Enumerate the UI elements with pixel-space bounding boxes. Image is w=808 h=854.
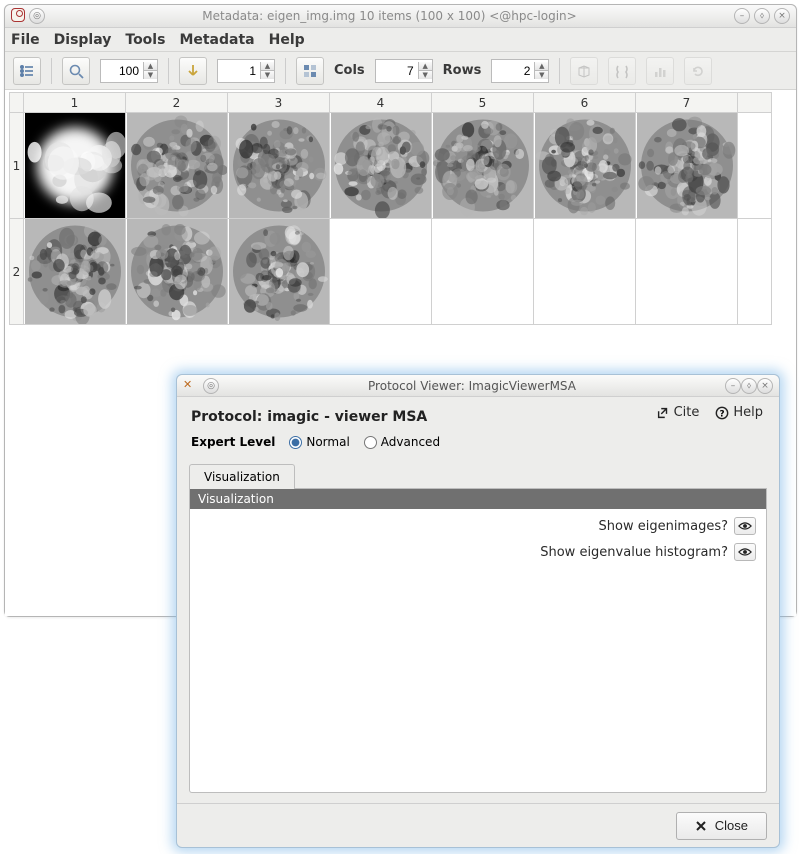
- refresh-button: [684, 57, 712, 85]
- menu-file[interactable]: File: [11, 32, 40, 48]
- empty-cell: [432, 219, 534, 325]
- list-view-button[interactable]: [13, 57, 41, 85]
- protocol-viewer-dialog: ◎ Protocol Viewer: ImagicViewerMSA – ⬨ ×…: [176, 374, 780, 848]
- stats-button: [646, 57, 674, 85]
- eigenimage-cell[interactable]: [534, 113, 636, 219]
- col-header: 5: [432, 93, 534, 113]
- col-header: 3: [228, 93, 330, 113]
- rows-label: Rows: [443, 63, 482, 78]
- col-header: 2: [126, 93, 228, 113]
- toolbar: ▲ ▼ ▲ ▼ Cols ▲ ▼ Rows: [5, 52, 796, 90]
- zoom-icon[interactable]: [62, 57, 90, 85]
- rows-box: ▲ ▼: [491, 59, 549, 83]
- goto-input[interactable]: [218, 60, 260, 82]
- find-button: [608, 57, 636, 85]
- eigenimage-cell[interactable]: [636, 113, 738, 219]
- col-header: 1: [24, 93, 126, 113]
- grid-corner: [10, 93, 24, 113]
- menubar: File Display Tools Metadata Help: [5, 28, 796, 52]
- empty-cell: [534, 219, 636, 325]
- eigenimage-cell[interactable]: [228, 219, 330, 325]
- cols-box: ▲ ▼: [375, 59, 433, 83]
- col-header: 4: [330, 93, 432, 113]
- main-titlebar: ◎ Metadata: eigen_img.img 10 items (100 …: [5, 5, 796, 28]
- dialog-footer: Close: [177, 803, 779, 847]
- menu-metadata[interactable]: Metadata: [179, 32, 254, 48]
- show-histogram-label: Show eigenvalue histogram?: [540, 545, 728, 560]
- maximize-button[interactable]: ⬨: [741, 378, 757, 394]
- cols-down[interactable]: ▼: [418, 71, 432, 79]
- radio-normal[interactable]: Normal: [289, 435, 349, 449]
- show-histogram-button[interactable]: [734, 543, 756, 561]
- expert-level-label: Expert Level: [191, 435, 275, 449]
- rows-down[interactable]: ▼: [534, 71, 548, 79]
- eigenimage-cell[interactable]: [24, 219, 126, 325]
- help-link[interactable]: ? Help: [715, 405, 763, 420]
- rows-input[interactable]: [492, 60, 534, 82]
- cols-up[interactable]: ▲: [418, 62, 432, 71]
- menu-help[interactable]: Help: [269, 32, 305, 48]
- col-header-tail: [738, 93, 772, 113]
- radio-advanced[interactable]: Advanced: [364, 435, 440, 449]
- tab-visualization[interactable]: Visualization: [189, 464, 295, 489]
- svg-text:?: ?: [720, 409, 725, 419]
- dialog-title: Protocol Viewer: ImagicViewerMSA: [219, 379, 725, 393]
- dialog-titlebar: ◎ Protocol Viewer: ImagicViewerMSA – ⬨ ×: [177, 375, 779, 397]
- menu-display[interactable]: Display: [54, 32, 112, 48]
- eigenimage-cell[interactable]: [228, 113, 330, 219]
- goto-down[interactable]: ▼: [260, 71, 274, 79]
- empty-tail: [738, 219, 772, 325]
- col-header: 6: [534, 93, 636, 113]
- close-label: Close: [715, 818, 748, 833]
- goto-box: ▲ ▼: [217, 59, 275, 83]
- cite-link[interactable]: Cite: [656, 405, 700, 420]
- show-eigenimages-label: Show eigenimages?: [599, 519, 728, 534]
- goto-icon[interactable]: [179, 57, 207, 85]
- window-menu-button[interactable]: ◎: [29, 8, 45, 24]
- app-icon: [11, 8, 25, 22]
- empty-cell: [636, 219, 738, 325]
- close-dialog-button[interactable]: Close: [676, 812, 767, 840]
- scipion-icon: [183, 379, 197, 393]
- zoom-down[interactable]: ▼: [143, 71, 157, 79]
- empty-tail: [738, 113, 772, 219]
- help-label: Help: [733, 405, 763, 420]
- rows-up[interactable]: ▲: [534, 62, 548, 71]
- eigenimage-cell[interactable]: [126, 113, 228, 219]
- main-title: Metadata: eigen_img.img 10 items (100 x …: [45, 9, 734, 23]
- cols-input[interactable]: [376, 60, 418, 82]
- zoom-level-box: ▲ ▼: [100, 59, 158, 83]
- eigenimage-cell[interactable]: [126, 219, 228, 325]
- dialog-body: Protocol: imagic - viewer MSA Cite ? Hel…: [177, 397, 779, 803]
- close-button[interactable]: ×: [774, 8, 790, 24]
- show-eigenimages-button[interactable]: [734, 517, 756, 535]
- row-header: 1: [10, 113, 24, 219]
- eigenimage-cell[interactable]: [330, 113, 432, 219]
- eigenimage-cell[interactable]: [432, 113, 534, 219]
- empty-cell: [330, 219, 432, 325]
- grid-mode-button[interactable]: [296, 57, 324, 85]
- menu-tools[interactable]: Tools: [125, 32, 165, 48]
- zoom-input[interactable]: [101, 60, 143, 82]
- section-visualization: Visualization: [190, 489, 766, 509]
- image-grid: 1 2 3 4 5 6 7 1 2: [9, 92, 772, 325]
- eigenimage-cell[interactable]: [24, 113, 126, 219]
- window-menu-button[interactable]: ◎: [203, 378, 219, 394]
- goto-up[interactable]: ▲: [260, 62, 274, 71]
- minimize-button[interactable]: –: [734, 8, 750, 24]
- close-button[interactable]: ×: [757, 378, 773, 394]
- cols-label: Cols: [334, 63, 365, 78]
- maximize-button[interactable]: ⬨: [754, 8, 770, 24]
- row-header: 2: [10, 219, 24, 325]
- cube-button: [570, 57, 598, 85]
- minimize-button[interactable]: –: [725, 378, 741, 394]
- cite-label: Cite: [674, 405, 700, 420]
- col-header: 7: [636, 93, 738, 113]
- zoom-up[interactable]: ▲: [143, 62, 157, 71]
